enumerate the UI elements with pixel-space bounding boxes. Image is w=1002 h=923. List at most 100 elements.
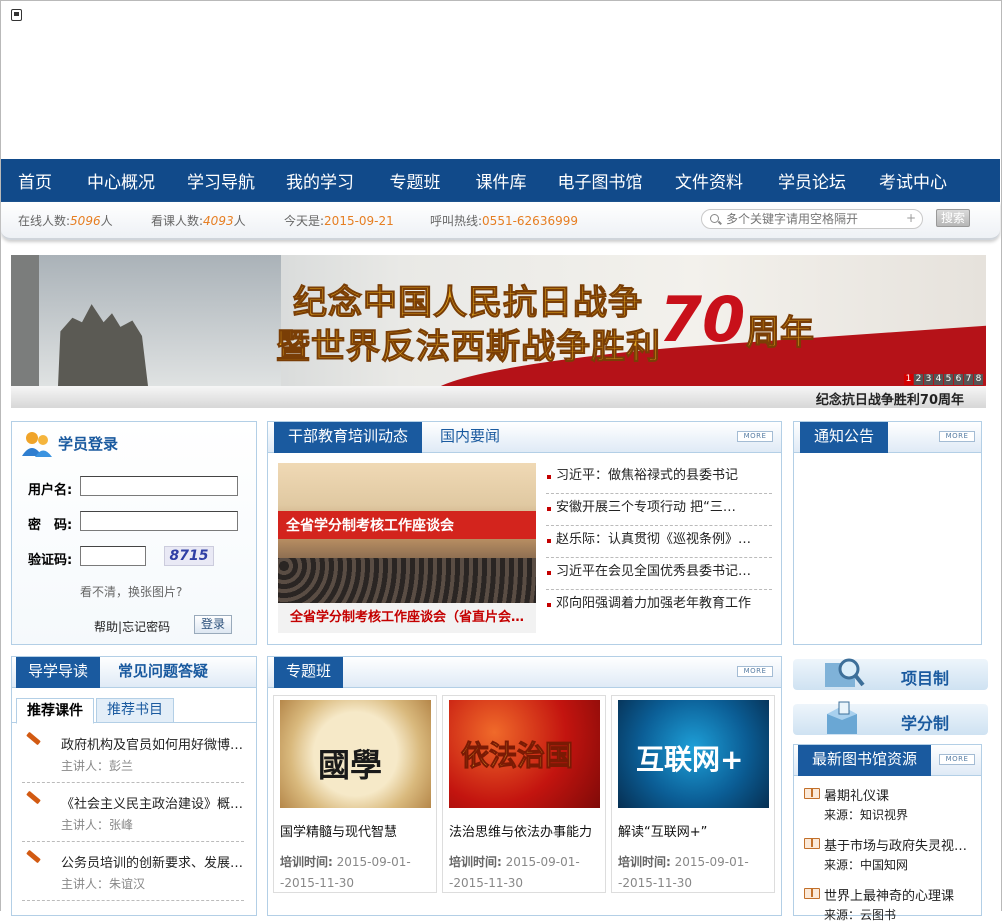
special-card[interactable]: 依法治国 法治思维与依法办事能力 培训时间: 2015-09-01--2015-… [442, 695, 606, 893]
card-title[interactable]: 国学精髓与现代智慧 [280, 821, 397, 840]
book-icon [804, 888, 820, 899]
book-icon [804, 838, 820, 849]
login-button[interactable]: 登录 [194, 615, 232, 634]
card-image-text: 依法治国 [460, 739, 574, 773]
nav-e-library[interactable]: 电子图书馆 [543, 168, 657, 193]
special-more-button[interactable]: MORE [737, 666, 773, 677]
banner-caption-bar: 纪念抗日战争胜利70周年 [11, 386, 986, 408]
box-icon [827, 701, 857, 734]
card-image[interactable]: 互联网+ [618, 700, 769, 808]
card-image[interactable]: 國學 [280, 700, 431, 808]
banner-page-8[interactable]: 8 [974, 374, 983, 385]
tab-training-news[interactable]: 干部教育培训动态 [274, 422, 423, 453]
banner-page-3[interactable]: 3 [924, 374, 933, 385]
library-item-title[interactable]: 基于市场与政府失灵视… [824, 835, 967, 854]
news-list: 习近平：做焦裕禄式的县委书记 安徽开展三个专项行动 把“三… 赵乐际：认真贯彻《… [546, 462, 772, 622]
nav-documents[interactable]: 文件资料 [657, 168, 761, 193]
nav-my-study[interactable]: 我的学习 [269, 168, 371, 193]
course-item[interactable]: 政府机构及官员如何用好微博… 主讲人：彭兰 [22, 724, 244, 783]
banner-title-line2: 暨世界反法西斯战争胜利 [276, 327, 661, 368]
news-item[interactable]: 习近平：做焦裕禄式的县委书记 [546, 462, 772, 494]
notice-title[interactable]: 通知公告 [800, 422, 889, 453]
pencil-icon [26, 849, 41, 864]
subtab-recommended-books[interactable]: 推荐书目 [96, 698, 174, 723]
banner-page-4[interactable]: 4 [934, 374, 943, 385]
course-item[interactable]: 《社会主义民主政治建设》概… 主讲人：张峰 [22, 783, 244, 842]
news-panel: 干部教育培训动态 国内要闻 MORE 全省学分制考核工作座谈会 全省学分制考核工… [267, 421, 782, 645]
search-icon [710, 214, 719, 223]
nav-exam-center[interactable]: 考试中心 [863, 168, 963, 193]
nav-center-overview[interactable]: 中心概况 [69, 168, 173, 193]
tab-faq[interactable]: 常见问题答疑 [118, 657, 208, 688]
login-links: 帮助|忘记密码 [94, 618, 170, 635]
special-class-panel: 专题班 MORE 國學 国学精髓与现代智慧 培训时间: 2015-09-01--… [267, 656, 782, 916]
search-input[interactable] [726, 212, 906, 226]
captcha-image[interactable]: 8715 [164, 546, 214, 566]
login-title: 学员登录 [58, 435, 119, 453]
news-item[interactable]: 邓向阳强调着力加强老年教育工作 [546, 590, 772, 622]
online-count: 在线人数:5096人 [18, 214, 113, 228]
banner-page-1[interactable]: 1 [904, 374, 913, 385]
course-item[interactable]: 公务员培训的创新要求、发展… 主讲人：朱谊汉 [22, 842, 244, 901]
plus-icon[interactable]: + [906, 211, 916, 225]
news-item[interactable]: 赵乐际：认真贯彻《巡视条例》… [546, 526, 772, 558]
course-title[interactable]: 《社会主义民主政治建设》概… [61, 793, 243, 812]
captcha-input[interactable] [80, 546, 146, 566]
nav-forum[interactable]: 学员论坛 [761, 168, 863, 193]
card-title[interactable]: 解读“互联网+” [618, 821, 707, 840]
nav-courseware[interactable]: 课件库 [459, 168, 543, 193]
card-image[interactable]: 依法治国 [449, 700, 600, 808]
hotline: 呼叫热线:0551-62636999 [430, 214, 578, 228]
banner-page-2[interactable]: 2 [914, 374, 923, 385]
nav-special-class[interactable]: 专题班 [371, 168, 459, 193]
help-link[interactable]: 帮助 [94, 620, 118, 634]
credit-system-label: 学分制 [901, 714, 950, 733]
library-title[interactable]: 最新图书馆资源 [798, 745, 932, 776]
banner-page-6[interactable]: 6 [954, 374, 963, 385]
username-input[interactable] [80, 476, 238, 496]
search-button[interactable]: 搜索 [936, 209, 970, 227]
news-photo[interactable]: 全省学分制考核工作座谈会 [278, 463, 536, 603]
pencil-icon [26, 731, 41, 746]
banner-caption[interactable]: 纪念抗日战争胜利70周年 [816, 389, 964, 408]
special-card[interactable]: 國學 国学精髓与现代智慧 培训时间: 2015-09-01--2015-11-3… [273, 695, 437, 893]
captcha-refresh-link[interactable]: 看不清，换张图片? [80, 583, 182, 600]
password-input[interactable] [80, 511, 238, 531]
banner-pager: 12345678 [904, 374, 984, 385]
today-date: 今天是:2015-09-21 [284, 214, 394, 228]
banner-page-7[interactable]: 7 [964, 374, 973, 385]
subtab-recommended-courses[interactable]: 推荐课件 [16, 698, 94, 724]
tab-guided-reading[interactable]: 导学导读 [16, 657, 101, 688]
card-image-text: 互联网+ [636, 743, 744, 776]
course-title[interactable]: 公务员培训的创新要求、发展… [61, 852, 243, 871]
news-photo-banner-text: 全省学分制考核工作座谈会 [286, 518, 454, 534]
news-item[interactable]: 习近平在会见全国优秀县委书记… [546, 558, 772, 590]
library-item-source: 来源：云图书 [824, 908, 897, 922]
card-title[interactable]: 法治思维与依法办事能力 [449, 821, 592, 840]
credit-system-button[interactable]: 学分制 [793, 701, 988, 735]
special-class-title[interactable]: 专题班 [274, 657, 344, 688]
main-nav: 首页 中心概况 学习导航 我的学习 专题班 课件库 电子图书馆 文件资料 学员论… [1, 159, 1000, 202]
notice-panel: 通知公告 MORE [793, 421, 982, 645]
nav-home[interactable]: 首页 [1, 168, 69, 193]
card-image-text: 國學 [318, 746, 383, 784]
notice-more-button[interactable]: MORE [939, 431, 975, 442]
course-title[interactable]: 政府机构及官员如何用好微博… [61, 734, 243, 753]
library-item-title[interactable]: 暑期礼仪课 [824, 785, 889, 804]
news-more-button[interactable]: MORE [737, 431, 773, 442]
banner-sky [11, 255, 281, 386]
guide-subtab-bar: 推荐课件 推荐书目 [12, 698, 256, 724]
banner-slideshow[interactable]: 纪念中国人民抗日战争 暨世界反法西斯战争胜利 70 周年 [11, 255, 986, 386]
nav-study-guide[interactable]: 学习导航 [173, 168, 269, 193]
banner-title-line1: 纪念中国人民抗日战争 [293, 283, 643, 324]
project-system-button[interactable]: 项目制 [793, 658, 988, 690]
banner-page-5[interactable]: 5 [944, 374, 953, 385]
library-item-title[interactable]: 世界上最神奇的心理课 [824, 885, 954, 904]
news-item[interactable]: 安徽开展三个专项行动 把“三… [546, 494, 772, 526]
library-more-button[interactable]: MORE [939, 754, 975, 765]
special-card[interactable]: 互联网+ 解读“互联网+” 培训时间: 2015-09-01--2015-11-… [611, 695, 775, 893]
news-photo-caption[interactable]: 全省学分制考核工作座谈会（省直片会… [278, 603, 536, 633]
captcha-label: 验证码: [28, 553, 73, 568]
forgot-password-link[interactable]: 忘记密码 [122, 620, 170, 634]
tab-domestic-news[interactable]: 国内要闻 [440, 422, 500, 453]
